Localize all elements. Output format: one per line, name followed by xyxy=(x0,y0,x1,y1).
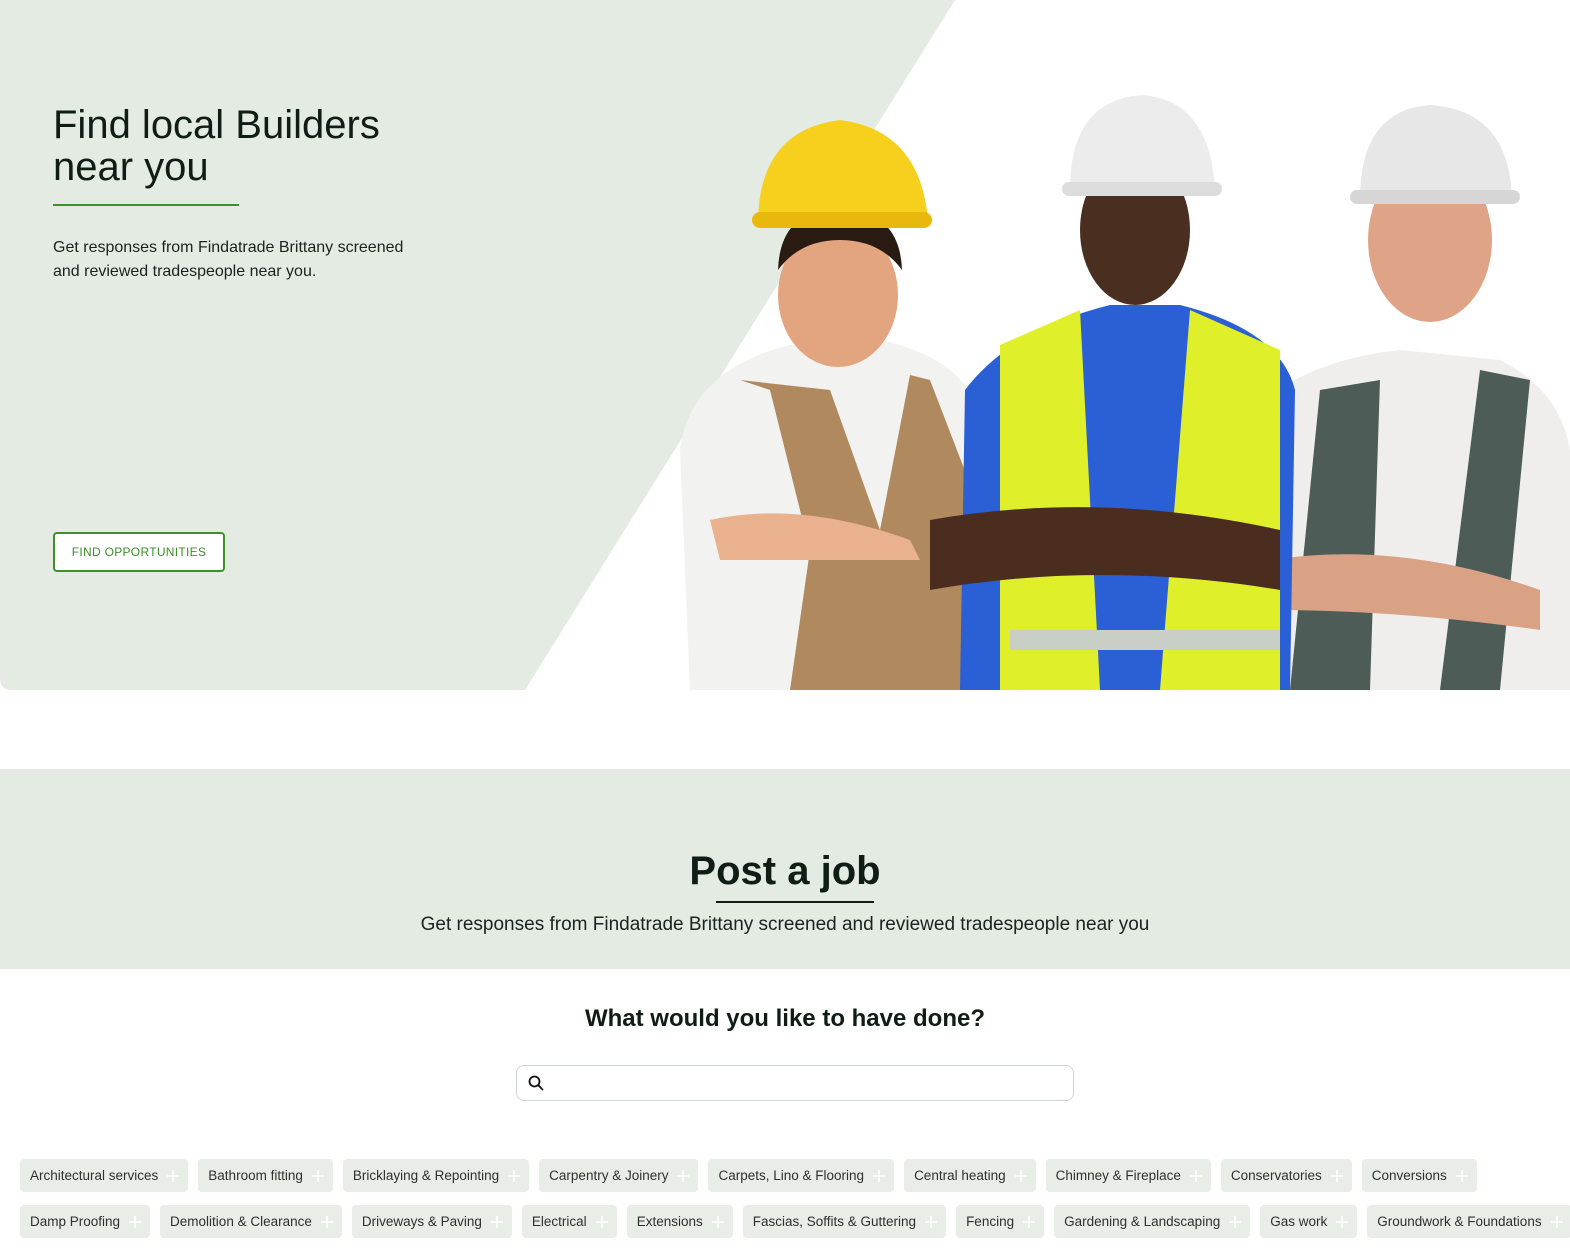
category-chip-extensions[interactable]: Extensions xyxy=(626,1205,733,1238)
category-chip-label: Extensions xyxy=(636,1214,703,1229)
job-search-input[interactable] xyxy=(555,1067,1063,1099)
category-chip-label: Chimney & Fireplace xyxy=(1055,1168,1181,1183)
category-chip-demolition-and-clearance[interactable]: Demolition & Clearance xyxy=(160,1205,342,1238)
plus-icon xyxy=(490,1215,503,1228)
hero-title: Find local Builders near you xyxy=(53,104,473,188)
hero-section: Find local Builders near you Get respons… xyxy=(0,0,1570,690)
category-row-2: Damp Proofing Demolition & Clearance Drive… xyxy=(20,1205,1570,1238)
category-chip-label: Conversions xyxy=(1371,1168,1447,1183)
post-job-title-underline xyxy=(716,901,874,903)
category-chip-bathroom-fitting[interactable]: Bathroom fitting xyxy=(198,1159,333,1192)
category-chip-label: Fascias, Soffits & Guttering xyxy=(752,1214,917,1229)
plus-icon xyxy=(167,1169,180,1182)
plus-icon xyxy=(925,1215,938,1228)
post-job-subtitle: Get responses from Findatrade Brittany s… xyxy=(420,914,1150,935)
plus-icon xyxy=(1014,1169,1027,1182)
plus-icon xyxy=(129,1215,142,1228)
plus-icon xyxy=(595,1215,608,1228)
category-chip-label: Carpets, Lino & Flooring xyxy=(718,1168,865,1183)
plus-icon xyxy=(873,1169,886,1182)
category-chip-groundwork-and-foundations[interactable]: Groundwork & Foundations xyxy=(1367,1205,1570,1238)
category-chip-conservatories[interactable]: Conservatories xyxy=(1220,1159,1352,1192)
category-chip-damp-proofing[interactable]: Damp Proofing xyxy=(20,1205,151,1238)
plus-icon xyxy=(311,1169,324,1182)
category-chips: Architectural services Bathroom fitting Br… xyxy=(20,1159,1570,1251)
category-chip-label: Carpentry & Joinery xyxy=(549,1168,669,1183)
hero-subtitle: Get responses from Findatrade Brittany s… xyxy=(53,239,404,280)
category-chip-architectural-services[interactable]: Architectural services xyxy=(20,1159,189,1192)
category-chip-label: Fencing xyxy=(966,1214,1015,1229)
worker-left xyxy=(680,120,980,690)
category-chip-label: Central heating xyxy=(914,1168,1006,1183)
category-chip-label: Damp Proofing xyxy=(30,1214,121,1229)
category-chip-label: Bricklaying & Repointing xyxy=(352,1168,500,1183)
job-search-box[interactable] xyxy=(516,1065,1074,1101)
hero-title-line2: near you xyxy=(53,145,209,189)
category-chip-label: Gardening & Landscaping xyxy=(1064,1214,1221,1229)
plus-icon xyxy=(320,1215,333,1228)
category-chip-label: Electrical xyxy=(531,1214,587,1229)
plus-icon xyxy=(1455,1169,1468,1182)
category-chip-bricklaying-and-repointing[interactable]: Bricklaying & Repointing xyxy=(342,1159,530,1192)
category-row-1: Architectural services Bathroom fitting Br… xyxy=(20,1159,1560,1192)
plus-icon xyxy=(1330,1169,1343,1182)
category-chip-label: Bathroom fitting xyxy=(208,1168,303,1183)
category-chip-electrical[interactable]: Electrical xyxy=(521,1205,617,1238)
category-chip-label: Architectural services xyxy=(30,1168,159,1183)
find-opportunities-button[interactable]: FIND OPPORTUNITIES xyxy=(53,532,225,572)
category-chip-label: Gas work xyxy=(1270,1214,1328,1229)
plus-icon xyxy=(677,1169,690,1182)
hero-title-underline xyxy=(53,204,239,206)
category-chip-chimney-and-fireplace[interactable]: Chimney & Fireplace xyxy=(1045,1159,1211,1192)
plus-icon xyxy=(1023,1215,1036,1228)
plus-icon xyxy=(1229,1215,1242,1228)
search-icon xyxy=(528,1075,544,1091)
category-chip-fencing[interactable]: Fencing xyxy=(956,1205,1045,1238)
post-job-title: Post a job xyxy=(689,849,881,893)
hero-title-line1: Find local Builders xyxy=(53,103,380,147)
plus-icon xyxy=(508,1169,521,1182)
plus-icon xyxy=(1336,1215,1349,1228)
category-chip-carpentry-and-joinery[interactable]: Carpentry & Joinery xyxy=(539,1159,699,1192)
category-chip-carpets-lino-and-flooring[interactable]: Carpets, Lino & Flooring xyxy=(708,1159,895,1192)
category-chip-conversions[interactable]: Conversions xyxy=(1361,1159,1477,1192)
category-chip-driveways-and-paving[interactable]: Driveways & Paving xyxy=(351,1205,512,1238)
plus-icon xyxy=(1189,1169,1202,1182)
search-question: What would you like to have done? xyxy=(584,1005,986,1032)
category-chip-gas-work[interactable]: Gas work xyxy=(1260,1205,1358,1238)
plus-icon xyxy=(711,1215,724,1228)
category-chip-label: Groundwork & Foundations xyxy=(1377,1214,1542,1229)
plus-icon xyxy=(1550,1215,1563,1228)
worker-center xyxy=(930,95,1295,690)
category-chip-fascias-soffits-and-guttering[interactable]: Fascias, Soffits & Guttering xyxy=(742,1205,947,1238)
category-chip-label: Conservatories xyxy=(1230,1168,1322,1183)
category-chip-gardening-and-landscaping[interactable]: Gardening & Landscaping xyxy=(1054,1205,1251,1238)
category-chip-label: Demolition & Clearance xyxy=(170,1214,312,1229)
category-chip-central-heating[interactable]: Central heating xyxy=(904,1159,1036,1192)
hero-workers-image xyxy=(680,95,1570,690)
category-chip-label: Driveways & Paving xyxy=(361,1214,482,1229)
